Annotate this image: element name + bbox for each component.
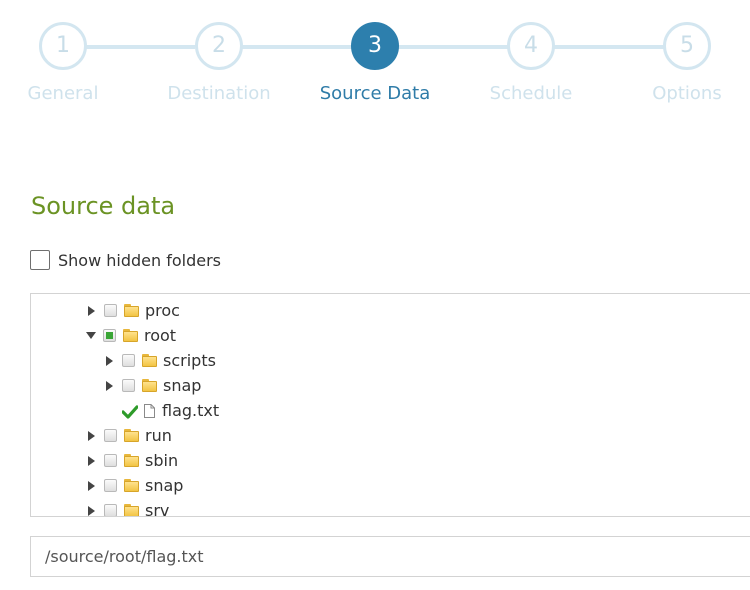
wizard-step-general[interactable]: 1 General	[0, 22, 143, 104]
tree-item-label[interactable]: run	[145, 426, 172, 445]
step-label: Destination	[167, 83, 271, 104]
folder-icon	[142, 353, 157, 367]
expand-arrow-icon[interactable]	[88, 455, 95, 466]
step-number: 5	[663, 22, 711, 70]
wizard-step-options[interactable]: 5 Options	[607, 22, 750, 104]
folder-icon	[142, 378, 157, 392]
expand-arrow-icon[interactable]	[88, 480, 95, 491]
tree-checkbox[interactable]	[122, 379, 135, 392]
tree-row[interactable]: proc	[88, 298, 180, 323]
tree-item-label[interactable]: root	[144, 326, 176, 345]
folder-icon	[124, 303, 139, 317]
step-label: General	[27, 83, 99, 104]
expand-arrow-icon[interactable]	[106, 355, 113, 366]
source-tree[interactable]: proc root scripts snap flag.txt run sbin…	[30, 293, 750, 517]
tree-checkbox[interactable]	[104, 504, 117, 516]
tree-row[interactable]: sbin	[88, 448, 178, 473]
section-title: Source data	[31, 192, 176, 220]
expand-arrow-icon[interactable]	[88, 505, 95, 516]
tree-checkbox[interactable]	[104, 479, 117, 492]
show-hidden-label[interactable]: Show hidden folders	[58, 251, 221, 270]
tree-row[interactable]: snap	[88, 473, 183, 498]
step-number: 4	[507, 22, 555, 70]
wizard-step-schedule[interactable]: 4 Schedule	[451, 22, 611, 104]
folder-icon	[123, 328, 138, 342]
tree-row[interactable]: srv	[88, 498, 169, 516]
expand-arrow-icon[interactable]	[88, 430, 95, 441]
tree-item-label[interactable]: sbin	[145, 451, 178, 470]
tree-row[interactable]: flag.txt	[121, 398, 219, 423]
selected-path-field[interactable]	[30, 536, 750, 577]
file-icon	[144, 403, 155, 418]
tree-row[interactable]: scripts	[106, 348, 216, 373]
step-label: Source Data	[319, 83, 431, 104]
folder-icon	[124, 478, 139, 492]
show-hidden-toggle[interactable]: Show hidden folders	[30, 249, 221, 271]
wizard-step-source-data[interactable]: 3 Source Data	[295, 22, 455, 104]
collapse-arrow-icon[interactable]	[86, 332, 96, 339]
tree-item-label[interactable]: scripts	[163, 351, 216, 370]
tree-item-label[interactable]: flag.txt	[162, 401, 219, 420]
folder-icon	[124, 503, 139, 516]
step-label: Schedule	[489, 83, 573, 104]
step-number: 1	[39, 22, 87, 70]
tree-row[interactable]: snap	[106, 373, 201, 398]
expand-arrow-icon[interactable]	[106, 380, 113, 391]
step-label: Options	[652, 83, 722, 104]
folder-gear-icon	[124, 453, 139, 467]
tree-item-label[interactable]: snap	[163, 376, 201, 395]
tree-row[interactable]: root	[86, 323, 176, 348]
tree-checkbox[interactable]	[104, 304, 117, 317]
show-hidden-checkbox[interactable]	[30, 250, 50, 270]
tree-item-label[interactable]: snap	[145, 476, 183, 495]
tree-checkbox[interactable]	[122, 354, 135, 367]
wizard-stepper: 1 General 2 Destination 3 Source Data 4 …	[0, 0, 750, 120]
tree-checkbox[interactable]	[104, 429, 117, 442]
folder-icon	[124, 428, 139, 442]
tree-checkbox[interactable]	[104, 454, 117, 467]
tree-item-label[interactable]: proc	[145, 301, 180, 320]
checkmark-icon[interactable]	[121, 404, 139, 419]
wizard-step-destination[interactable]: 2 Destination	[139, 22, 299, 104]
step-number: 2	[195, 22, 243, 70]
expand-arrow-icon[interactable]	[88, 305, 95, 316]
step-number: 3	[351, 22, 399, 70]
tree-checkbox-partial[interactable]	[103, 329, 116, 342]
tree-item-label[interactable]: srv	[145, 501, 169, 516]
tree-row[interactable]: run	[88, 423, 172, 448]
